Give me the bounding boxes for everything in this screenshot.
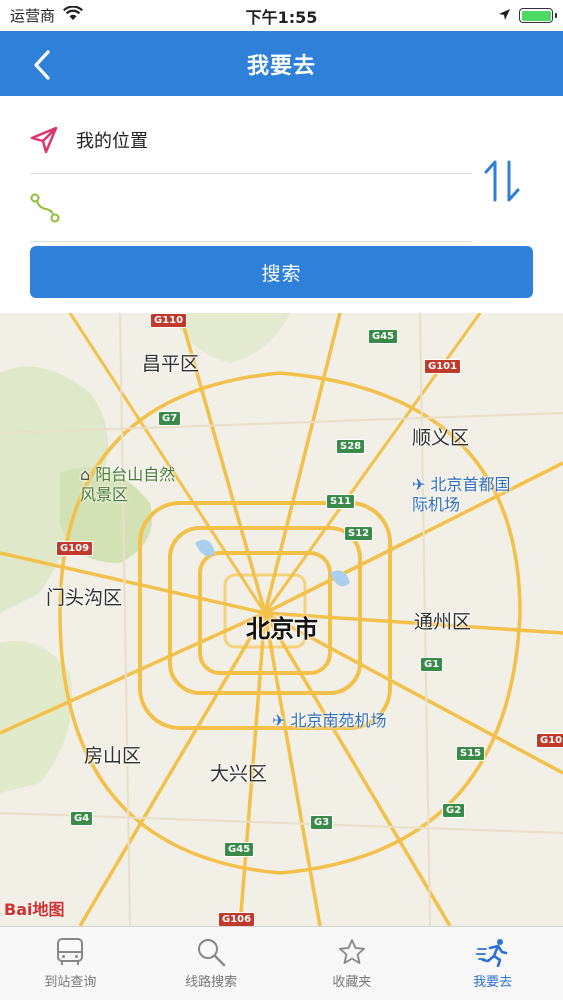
carrier-label: 运营商 — [10, 7, 56, 25]
map-label-district: 大兴区 — [210, 763, 268, 785]
star-icon — [338, 939, 365, 964]
highway-shield: G110 — [150, 313, 188, 328]
map-label-airport: ✈ 北京首都国际机场 — [412, 475, 522, 515]
location-services-icon — [498, 7, 511, 25]
wifi-icon — [63, 5, 83, 25]
map-label-district: 顺义区 — [412, 427, 470, 449]
status-left: 运营商 — [10, 5, 83, 26]
map-label-district: 门头沟区 — [46, 587, 123, 609]
tab-label: 我要去 — [473, 975, 513, 990]
map-label-district: 昌平区 — [142, 353, 200, 375]
highway-shield: G1 — [420, 657, 444, 672]
tab-bar: 到站查询 线路搜索 收藏夹 我要去 — [0, 926, 563, 1000]
highway-shield: G2 — [442, 803, 466, 818]
to-field[interactable] — [30, 174, 472, 242]
highway-shield: G7 — [158, 411, 182, 426]
baidu-map-logo: Bai地图 — [4, 896, 64, 920]
search-button[interactable]: 搜索 — [30, 246, 533, 298]
location-arrow-icon — [30, 126, 76, 154]
search-icon — [198, 939, 226, 967]
from-value: 我的位置 — [76, 130, 148, 152]
battery-icon — [519, 8, 557, 23]
map-label-airport: ✈ 北京南苑机场 — [272, 707, 387, 731]
page-title: 我要去 — [246, 53, 316, 79]
map-view[interactable]: 昌平区 顺义区 门头沟区 通州区 房山区 大兴区 北京市 ⌂ 阳台山自然风景区 … — [0, 313, 563, 926]
map-label-district: 通州区 — [414, 611, 472, 633]
tab-label: 线路搜索 — [185, 975, 238, 990]
destination-input[interactable] — [76, 197, 472, 218]
airport-name: 北京首都国际机场 — [412, 475, 511, 514]
highway-shield: S12 — [344, 526, 374, 541]
tab-arrival-query[interactable]: 到站查询 — [0, 927, 141, 1000]
status-bar: 运营商 下午1:55 — [0, 0, 563, 31]
highway-shield: S15 — [456, 746, 486, 761]
from-field[interactable]: 我的位置 — [30, 106, 472, 174]
bus-icon — [57, 938, 84, 965]
tab-route-search[interactable]: 线路搜索 — [141, 927, 282, 1000]
airplane-icon: ✈ — [272, 711, 286, 730]
highway-shield: G45 — [368, 329, 399, 344]
tab-label: 到站查询 — [44, 975, 97, 990]
map-label-scenic: ⌂ 阳台山自然风景区 — [80, 465, 176, 505]
tab-label: 收藏夹 — [332, 975, 372, 990]
scenic-area-name: 阳台山自然风景区 — [80, 465, 176, 504]
airplane-icon: ✈ — [412, 475, 426, 494]
status-right — [498, 7, 557, 25]
highway-shield: G109 — [56, 541, 94, 556]
tab-go-to[interactable]: 我要去 — [422, 927, 563, 1000]
back-button[interactable] — [22, 45, 62, 85]
swap-button[interactable] — [477, 156, 527, 206]
nav-bar: 我要去 — [0, 31, 563, 96]
status-time: 下午1:55 — [245, 7, 318, 27]
swap-arrows-icon — [484, 160, 520, 202]
highway-shield: G45 — [224, 842, 255, 857]
route-form: 我的位置 搜索 — [0, 96, 563, 313]
tab-favorites[interactable]: 收藏夹 — [282, 927, 423, 1000]
highway-shield: G103 — [536, 733, 563, 748]
map-label-city: 北京市 — [246, 615, 318, 643]
highway-shield: G4 — [70, 811, 94, 826]
chevron-left-icon — [34, 50, 50, 80]
route-icon — [30, 193, 76, 223]
airport-name: 北京南苑机场 — [290, 711, 387, 730]
battery-fill — [521, 10, 551, 21]
highway-shield: G106 — [218, 912, 256, 926]
highway-shield: S11 — [326, 494, 356, 509]
map-label-district: 房山区 — [84, 745, 142, 767]
highway-shield: G101 — [424, 359, 462, 374]
running-person-icon — [475, 939, 507, 967]
baidu-logo-text: Bai地图 — [4, 900, 65, 919]
highway-shield: G3 — [310, 815, 334, 830]
museum-icon: ⌂ — [80, 465, 91, 484]
highway-shield: S28 — [336, 439, 366, 454]
